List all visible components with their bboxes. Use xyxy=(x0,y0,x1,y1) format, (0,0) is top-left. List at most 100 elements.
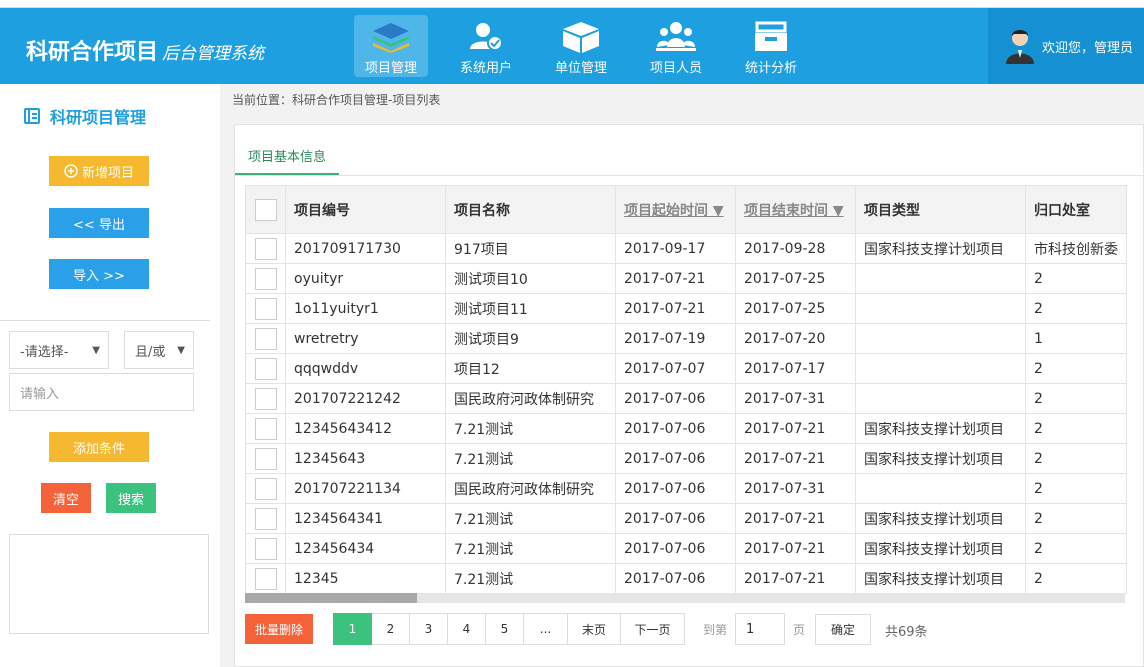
cell-start-date: 2017-07-06 xyxy=(615,563,736,594)
row-select-cell xyxy=(245,323,286,354)
batch-delete-button[interactable]: 批量删除 xyxy=(245,614,313,644)
cell-start-date: 2017-07-19 xyxy=(615,323,736,354)
row-checkbox[interactable] xyxy=(254,567,277,590)
cell-project-number: 1o11yuityr1 xyxy=(285,293,446,324)
sidebar-title-label: 科研项目管理 xyxy=(50,108,147,127)
logic-select[interactable]: 且/或 ▼ xyxy=(124,331,194,369)
row-select-cell xyxy=(245,293,286,324)
sidebar-divider xyxy=(0,320,210,321)
row-checkbox[interactable] xyxy=(254,537,277,560)
cell-project-number: 201707221134 xyxy=(285,473,446,504)
cell-department: 2 xyxy=(1025,353,1127,384)
table-row[interactable]: wretretry 测试项目9 2017-07-19 2017-07-20 1 xyxy=(245,323,1127,354)
page-button-2[interactable]: 2 xyxy=(372,613,410,645)
cell-project-name: 7.21测试 xyxy=(445,533,616,564)
nav-item-unit-management[interactable]: 单位管理 xyxy=(544,15,618,77)
people-icon xyxy=(656,22,696,51)
next-page-button[interactable]: 下一页 xyxy=(621,613,685,645)
nav-item-project-management[interactable]: 项目管理 xyxy=(354,15,428,77)
select-all-checkbox[interactable] xyxy=(254,198,277,221)
cell-project-name: 7.21测试 xyxy=(445,503,616,534)
select-all-cell xyxy=(245,185,286,234)
row-checkbox[interactable] xyxy=(254,507,277,530)
table-row[interactable]: 201707221242 国民政府河政体制研究 2017-07-06 2017-07-… xyxy=(245,383,1127,414)
cell-project-type xyxy=(855,263,1026,294)
row-checkbox[interactable] xyxy=(254,477,277,500)
table-row[interactable]: 1o11yuityr1 测试项目11 2017-07-21 2017-07-25 2 xyxy=(245,293,1127,324)
cell-project-name: 917项目 xyxy=(445,233,616,264)
row-select-cell xyxy=(245,263,286,294)
page-ellipsis: ... xyxy=(524,613,568,645)
nav-item-project-staff[interactable]: 项目人员 xyxy=(639,15,713,77)
page-button-3[interactable]: 3 xyxy=(410,613,448,645)
page-button-5[interactable]: 5 xyxy=(486,613,524,645)
table-row[interactable]: 12345 7.21测试 2017-07-06 2017-07-21 国家科技支撑计划项… xyxy=(245,563,1127,594)
row-checkbox[interactable] xyxy=(254,447,277,470)
cell-project-type: 国家科技支撑计划项目 xyxy=(855,563,1026,594)
cell-start-date: 2017-07-06 xyxy=(615,413,736,444)
nav-item-system-users[interactable]: 系统用户 xyxy=(449,15,523,77)
cell-end-date: 2017-09-28 xyxy=(735,233,856,264)
clear-button[interactable]: 清空 xyxy=(41,483,91,513)
caret-down-icon: ▼ xyxy=(92,344,100,356)
table-header-row: 项目编号 项目名称 项目起始时间 ▼ 项目结束时间 ▼ 项目类型 归口处室 xyxy=(245,185,1127,234)
table-row[interactable]: 12345643 7.21测试 2017-07-06 2017-07-21 国家科技支撑… xyxy=(245,443,1127,474)
cell-end-date: 2017-07-31 xyxy=(735,383,856,414)
main-nav: 项目管理 系统用户 单位管理 项目人员 统计分析 xyxy=(354,15,829,77)
page-button-1[interactable]: 1 xyxy=(333,613,372,645)
table-row[interactable]: 201707221134 国民政府河政体制研究 2017-07-06 2017-07-… xyxy=(245,473,1127,504)
search-button[interactable]: 搜索 xyxy=(106,483,156,513)
cell-end-date: 2017-07-17 xyxy=(735,353,856,384)
table-row[interactable]: 1234564341 7.21测试 2017-07-06 2017-07-21 国家科技… xyxy=(245,503,1127,534)
import-button[interactable]: 导入 >> xyxy=(49,259,149,289)
row-select-cell xyxy=(245,563,286,594)
cell-start-date: 2017-07-06 xyxy=(615,533,736,564)
cell-start-date: 2017-07-06 xyxy=(615,473,736,504)
cell-project-number: oyuityr xyxy=(285,263,446,294)
confirm-goto-button[interactable]: 确定 xyxy=(815,614,871,645)
cell-project-name: 测试项目11 xyxy=(445,293,616,324)
nav-label: 统计分析 xyxy=(744,61,797,76)
cell-project-type xyxy=(855,293,1026,324)
app-header: 科研合作项目 后台管理系统 项目管理 系统用户 单位管理 项目人员 统计分析 欢… xyxy=(0,8,1144,84)
cell-end-date: 2017-07-31 xyxy=(735,473,856,504)
row-checkbox[interactable] xyxy=(254,417,277,440)
project-panel: 项目基本信息 项目编号 项目名称 项目起始时间 ▼ 项目结束时间 ▼ 项目类型 … xyxy=(234,124,1144,667)
header-project-type: 项目类型 xyxy=(855,185,1026,234)
condition-value-input[interactable]: 请输入 xyxy=(9,373,194,411)
cell-project-name: 国民政府河政体制研究 xyxy=(445,473,616,504)
cell-project-type: 国家科技支撑计划项目 xyxy=(855,443,1026,474)
cell-department: 2 xyxy=(1025,533,1127,564)
row-checkbox[interactable] xyxy=(254,267,277,290)
row-checkbox[interactable] xyxy=(254,297,277,320)
nav-item-statistics[interactable]: 统计分析 xyxy=(734,15,808,77)
layers-icon xyxy=(373,23,409,53)
table-row[interactable]: 123456434 7.21测试 2017-07-06 2017-07-21 国家科技支… xyxy=(245,533,1127,564)
row-checkbox[interactable] xyxy=(254,327,277,350)
conditions-textarea[interactable] xyxy=(9,534,209,634)
add-condition-button[interactable]: 添加条件 xyxy=(49,432,149,462)
header-start-date-sort[interactable]: 项目起始时间 ▼ xyxy=(615,185,736,234)
scrollbar-thumb[interactable] xyxy=(245,593,417,603)
cell-department: 2 xyxy=(1025,503,1127,534)
goto-page-input[interactable]: 1 xyxy=(735,613,785,645)
add-project-button[interactable]: 新增项目 xyxy=(49,156,149,186)
header-end-date-sort[interactable]: 项目结束时间 ▼ xyxy=(735,185,856,234)
table-row[interactable]: qqqwddv 项目12 2017-07-07 2017-07-17 2 xyxy=(245,353,1127,384)
sidebar-title: 科研项目管理 xyxy=(24,104,146,128)
cell-project-number: 201709171730 xyxy=(285,233,446,264)
row-checkbox[interactable] xyxy=(254,357,277,380)
table-row[interactable]: 201709171730 917项目 2017-09-17 2017-09-28 国家科… xyxy=(245,233,1127,264)
row-select-cell xyxy=(245,233,286,264)
page-button-4[interactable]: 4 xyxy=(448,613,486,645)
table-row[interactable]: 12345643412 7.21测试 2017-07-06 2017-07-21 国家科… xyxy=(245,413,1127,444)
row-checkbox[interactable] xyxy=(254,237,277,260)
export-button[interactable]: << 导出 xyxy=(49,208,149,238)
cell-project-type: 国家科技支撑计划项目 xyxy=(855,503,1026,534)
tab-project-basic-info[interactable]: 项目基本信息 xyxy=(235,137,339,175)
horizontal-scrollbar[interactable] xyxy=(245,593,1125,603)
condition-field-select[interactable]: -请选择- ▼ xyxy=(9,331,109,369)
row-checkbox[interactable] xyxy=(254,387,277,410)
table-row[interactable]: oyuityr 测试项目10 2017-07-21 2017-07-25 2 xyxy=(245,263,1127,294)
last-page-button[interactable]: 末页 xyxy=(568,613,621,645)
